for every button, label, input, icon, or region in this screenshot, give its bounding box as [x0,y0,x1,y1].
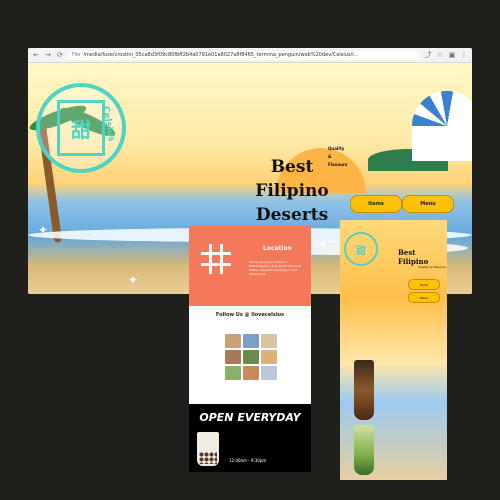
back-icon[interactable]: ← [32,51,40,59]
photo-grid [225,334,279,380]
mobile-items-button[interactable]: Items [408,279,440,290]
grid-photo[interactable] [243,334,259,348]
grid-photo[interactable] [243,350,259,364]
bubble-tea-icon [197,432,219,466]
address-scheme-label: File [72,52,81,58]
drink-photo [354,425,374,475]
mobile-info-page: Location We are proudly located in Manda… [189,226,311,472]
beach-umbrella [412,91,472,161]
drink-photo [354,360,374,420]
sparkle-icon: ✦ [318,238,329,252]
open-everyday-title: OPEN EVERYDAY [199,411,301,424]
tagline-line: & [328,154,332,159]
brand-logo-mobile[interactable]: 甜 [344,232,378,266]
location-title: Location [263,245,292,252]
extensions-icon[interactable]: ▣ [448,51,456,59]
menu-icon[interactable]: ⋮ [460,51,468,59]
grid-photo[interactable] [243,366,259,380]
mobile-home-page: 甜 Best Filipino Quality & Flavours Items… [340,220,447,480]
grid-photo[interactable] [261,366,277,380]
address-url[interactable]: /media/fuse/crostini_05ca8d3f09c80fbff2b… [83,52,358,58]
opening-hours: 12:00am - 9:30pm [229,458,267,463]
grid-photo[interactable] [225,350,241,364]
tagline: Quality & Flavours [328,145,347,169]
location-section: Location We are proudly located in Manda… [189,226,311,306]
headline-line: Deserts [255,205,329,225]
sparkle-icon: ✦ [38,223,49,237]
address-bar[interactable]: File /media/fuse/crostini_05ca8d3f09c80f… [68,50,420,60]
hashtag-icon [201,244,231,274]
menu-button[interactable]: Menu [402,195,454,213]
mobile-menu-button[interactable]: Menu [408,292,440,303]
browser-toolbar: ← → ⟳ File /media/fuse/crostini_05ca8d3f… [28,48,472,63]
mobile-tagline: Quality & Flavours [418,265,446,269]
headline-line: Filipino [255,181,329,201]
grid-photo[interactable] [225,334,241,348]
star-icon[interactable]: ☆ [436,51,444,59]
grid-photo[interactable] [225,366,241,380]
items-button[interactable]: Items [350,195,402,213]
share-icon[interactable]: ⤴ [424,51,432,59]
grid-photo[interactable] [261,350,277,364]
tagline-line: Quality [328,146,345,151]
open-everyday-section: OPEN EVERYDAY 12:00am - 9:30pm [189,404,311,472]
logo-mark: 甜 [57,100,105,156]
tagline-line: Flavours [328,162,348,167]
forward-icon[interactable]: → [44,51,52,59]
location-text: We are proudly located in Mandaluyong, d… [249,260,301,276]
reload-icon[interactable]: ⟳ [56,51,64,59]
grid-photo[interactable] [261,334,277,348]
mobile-headline: Best Filipino [398,248,429,266]
brand-logo[interactable]: 甜 Celsius [36,83,126,173]
sparkle-icon: ✦ [128,273,139,287]
follow-us-text[interactable]: Follow Us @ ilovecelsius [189,312,311,318]
